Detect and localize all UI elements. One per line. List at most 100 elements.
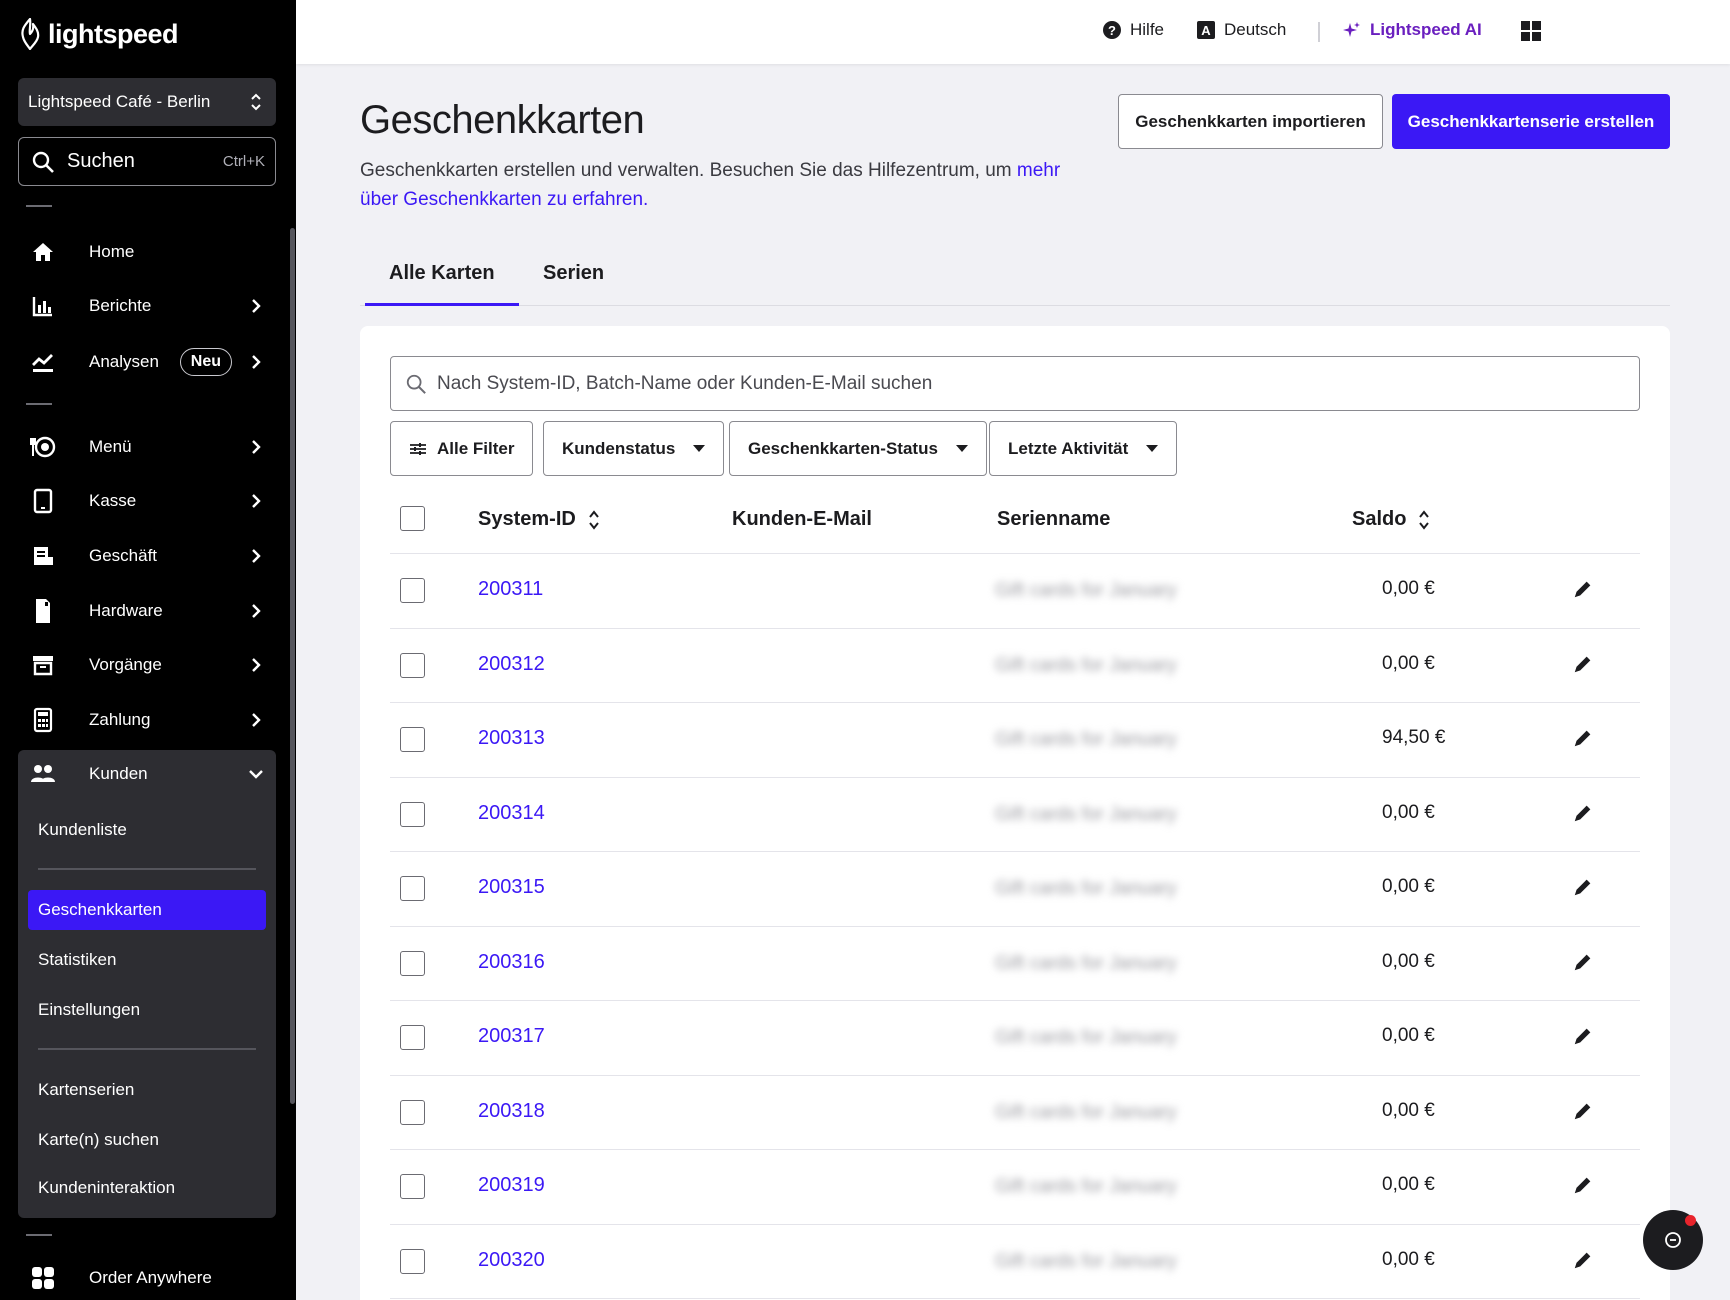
system-id-link[interactable]: 200315 <box>478 876 545 899</box>
sidebar-scrollbar[interactable] <box>290 228 295 1104</box>
select-all-checkbox[interactable] <box>400 506 425 531</box>
row-checkbox[interactable] <box>400 876 425 901</box>
table-search[interactable] <box>390 356 1640 411</box>
system-id-link[interactable]: 200318 <box>478 1100 545 1123</box>
sidebar-item-hardware[interactable]: Hardware <box>18 587 276 635</box>
sidebar-item-label: Geschäft <box>89 546 158 565</box>
sidebar-search[interactable]: Suchen Ctrl+K <box>18 137 276 186</box>
all-filters-button[interactable]: Alle Filter <box>390 421 534 476</box>
edit-icon[interactable] <box>1572 653 1596 677</box>
edit-icon[interactable] <box>1572 578 1596 602</box>
sidebar-item-home[interactable]: Home <box>18 228 276 276</box>
language-label: Deutsch <box>1224 20 1287 39</box>
table-row: 200317 Gift cards for January 0,00 € <box>390 1001 1640 1076</box>
system-id-link[interactable]: 200311 <box>478 578 543 601</box>
edit-icon[interactable] <box>1572 876 1596 900</box>
create-gift-card-series-button[interactable]: Geschenkkartenserie erstellen <box>1392 94 1670 149</box>
sidebar: lightspeed Lightspeed Café - Berlin Such… <box>0 0 296 1300</box>
top-bar: ? Hilfe A Deutsch Lightspeed AI <box>296 0 1730 64</box>
language-selector[interactable]: A Deutsch <box>1196 20 1286 40</box>
row-checkbox[interactable] <box>400 950 425 976</box>
filter-label: Geschenkkarten-Status <box>748 438 938 458</box>
tab-alle-karten[interactable]: Alle Karten <box>365 262 519 306</box>
sidebar-item-analysen[interactable]: Analysen Neu <box>18 338 276 386</box>
system-id-link[interactable]: 200313 <box>478 727 545 750</box>
store-selector[interactable]: Lightspeed Café - Berlin <box>18 78 276 126</box>
column-system-id[interactable]: System-ID <box>478 508 600 531</box>
kunden-group: Kunden Kundenliste Geschenkkarten Statis… <box>18 750 276 1218</box>
sort-icon <box>589 509 599 530</box>
system-id-link[interactable]: 200314 <box>478 802 545 825</box>
tab-serien[interactable]: Serien <box>519 262 628 306</box>
sidebar-item-geschaeft[interactable]: Geschäft <box>18 532 276 580</box>
search-label: Suchen <box>67 150 135 172</box>
sidebar-item-label: Home <box>89 242 135 261</box>
device-icon <box>30 598 56 624</box>
sidebar-subitem-statistiken[interactable]: Statistiken <box>28 940 266 980</box>
sidebar-subitem-kundeninteraktion[interactable]: Kundeninteraktion <box>28 1168 266 1208</box>
edit-icon[interactable] <box>1572 802 1596 826</box>
help-link[interactable]: ? Hilfe <box>1102 20 1164 40</box>
edit-icon[interactable] <box>1572 1249 1596 1273</box>
sidebar-item-label: Hardware <box>89 601 163 620</box>
sidebar-item-label: Menü <box>89 437 132 456</box>
edit-icon[interactable] <box>1572 727 1596 751</box>
gift-card-status-filter[interactable]: Geschenkkarten-Status <box>729 421 987 476</box>
last-activity-filter[interactable]: Letzte Aktivität <box>989 421 1178 476</box>
row-checkbox[interactable] <box>400 727 425 752</box>
sidebar-subitem-kartenserien[interactable]: Kartenserien <box>28 1070 266 1110</box>
edit-icon[interactable] <box>1572 951 1596 975</box>
new-badge: Neu <box>179 348 232 376</box>
column-balance[interactable]: Saldo <box>1352 508 1430 531</box>
search-input[interactable] <box>437 372 1587 395</box>
sidebar-item-vorgaenge[interactable]: Vorgänge <box>18 641 276 689</box>
users-icon <box>30 761 56 787</box>
lightspeed-logo[interactable]: lightspeed <box>18 18 179 50</box>
balance-value: 0,00 € <box>1382 1099 1435 1121</box>
row-checkbox[interactable] <box>400 1025 425 1050</box>
row-checkbox[interactable] <box>400 1174 425 1199</box>
row-checkbox[interactable] <box>400 801 425 827</box>
row-checkbox[interactable] <box>400 1248 425 1274</box>
caret-down-icon <box>955 445 968 452</box>
system-id-link[interactable]: 200316 <box>478 951 545 974</box>
balance-value: 0,00 € <box>1382 801 1435 823</box>
chevron-right-icon <box>248 712 264 728</box>
sidebar-item-berichte[interactable]: Berichte <box>18 282 276 330</box>
system-id-link[interactable]: 200320 <box>478 1249 545 1272</box>
language-icon: A <box>1197 21 1215 39</box>
row-checkbox[interactable] <box>400 1099 425 1125</box>
divider <box>26 403 52 405</box>
sidebar-subitem-einstellungen[interactable]: Einstellungen <box>28 990 266 1030</box>
column-label: Saldo <box>1352 508 1407 530</box>
system-id-link[interactable]: 200317 <box>478 1025 545 1048</box>
edit-icon[interactable] <box>1572 1025 1596 1049</box>
sidebar-subitem-karten-suchen[interactable]: Karte(n) suchen <box>28 1120 266 1160</box>
series-name: Gift cards for January <box>995 803 1177 825</box>
sidebar-item-label: Zahlung <box>89 710 151 729</box>
row-checkbox[interactable] <box>400 652 425 678</box>
edit-icon[interactable] <box>1572 1100 1596 1124</box>
chevron-right-icon <box>248 657 264 673</box>
store-name: Lightspeed Café - Berlin <box>28 92 211 111</box>
series-name: Gift cards for January <box>995 1250 1177 1272</box>
sidebar-item-kunden[interactable]: Kunden <box>18 750 276 798</box>
system-id-link[interactable]: 200312 <box>478 653 545 676</box>
chevron-right-icon <box>248 439 264 455</box>
sidebar-item-menu[interactable]: Menü <box>18 423 276 471</box>
app-switcher-button[interactable] <box>1520 20 1542 42</box>
sidebar-subitem-kundenliste[interactable]: Kundenliste <box>28 810 266 850</box>
kundenstatus-filter[interactable]: Kundenstatus <box>543 421 725 476</box>
system-id-link[interactable]: 200319 <box>478 1174 545 1197</box>
sidebar-item-zahlung[interactable]: Zahlung <box>18 696 276 744</box>
sidebar-subitem-geschenkkarten[interactable]: Geschenkkarten <box>28 890 266 930</box>
chat-button[interactable] <box>1643 1210 1703 1270</box>
sidebar-item-kasse[interactable]: Kasse <box>18 477 276 525</box>
row-checkbox[interactable] <box>400 578 425 603</box>
balance-value: 0,00 € <box>1382 652 1435 674</box>
filter-label: Alle Filter <box>437 438 515 458</box>
edit-icon[interactable] <box>1572 1174 1596 1198</box>
lightspeed-ai-button[interactable]: Lightspeed AI <box>1342 20 1482 40</box>
sidebar-item-order-anywhere[interactable]: Order Anywhere <box>18 1254 276 1300</box>
import-gift-cards-button[interactable]: Geschenkkarten importieren <box>1118 94 1383 149</box>
